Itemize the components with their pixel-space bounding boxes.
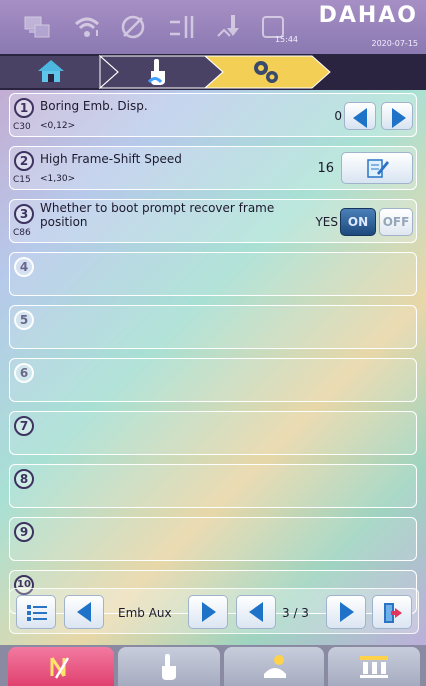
increase-button[interactable] xyxy=(381,102,413,130)
param-title: High Frame-Shift Speed xyxy=(40,152,182,166)
no-spindle-icon xyxy=(121,15,145,39)
operator-icon xyxy=(264,655,286,678)
list-icon xyxy=(27,605,47,621)
brand-block: DAHAO 15:44 2020-07-15 xyxy=(275,3,419,51)
needles-icon xyxy=(360,656,388,678)
row-number: 7 xyxy=(14,416,34,436)
tab-hand[interactable] xyxy=(118,647,220,686)
param-row-5: 5 xyxy=(9,305,417,349)
row-number: 9 xyxy=(14,522,34,542)
param-row-7: 7 xyxy=(9,411,417,455)
thread-tension-icon xyxy=(170,16,194,38)
param-row-9: 9 xyxy=(9,517,417,561)
monitor-icon xyxy=(24,16,50,38)
arrow-left-icon xyxy=(353,108,367,128)
tab-no-stitch[interactable] xyxy=(8,647,114,686)
decrease-button[interactable] xyxy=(344,102,376,130)
page-prev-button[interactable] xyxy=(236,595,276,629)
off-button[interactable]: OFF xyxy=(379,208,413,236)
exit-button[interactable] xyxy=(372,595,412,629)
param-list: 1 C30 Boring Emb. Disp. <0,12> 0 2 C15 H… xyxy=(9,93,417,623)
param-row-4: 4 xyxy=(9,252,417,296)
param-range: <0,12> xyxy=(40,121,76,131)
param-range: <1,30> xyxy=(40,174,76,184)
clock-date: 2020-07-15 xyxy=(371,39,419,48)
tab-operator[interactable] xyxy=(224,647,324,686)
arrow-left-icon xyxy=(77,602,91,622)
param-code: C15 xyxy=(13,175,31,185)
edit-button[interactable] xyxy=(341,152,413,184)
arrow-right-icon xyxy=(202,602,216,622)
param-row-2: 2 C15 High Frame-Shift Speed <1,30> 16 xyxy=(9,146,417,190)
row-number: 4 xyxy=(14,257,34,277)
breadcrumb xyxy=(0,54,426,90)
param-row-6: 6 xyxy=(9,358,417,402)
param-code: C30 xyxy=(13,122,31,132)
exit-door-icon xyxy=(384,603,402,623)
row-number: 8 xyxy=(14,469,34,489)
param-code: C86 xyxy=(13,228,31,238)
on-button[interactable]: ON xyxy=(340,208,376,236)
param-title: Boring Emb. Disp. xyxy=(40,99,148,113)
row-number: 6 xyxy=(14,363,34,383)
param-title: Whether to boot prompt recover frame pos… xyxy=(40,201,275,229)
row-number: 5 xyxy=(14,310,34,330)
list-button[interactable] xyxy=(16,595,56,629)
param-row-3: 3 C86 Whether to boot prompt recover fra… xyxy=(9,199,417,243)
category-label: Emb Aux xyxy=(118,606,172,620)
param-value: 16 xyxy=(317,161,334,176)
row-number: 2 xyxy=(14,151,34,171)
category-prev-button[interactable] xyxy=(64,595,104,629)
brand-name: DAHAO xyxy=(318,3,418,28)
row-number: 3 xyxy=(14,204,34,224)
row-number: 1 xyxy=(14,98,34,118)
edit-icon xyxy=(367,159,389,178)
arrow-left-icon xyxy=(249,602,263,622)
page-next-button[interactable] xyxy=(326,595,366,629)
gears-icon[interactable] xyxy=(250,57,282,87)
hand-icon[interactable] xyxy=(145,57,171,87)
clock-time: 15:44 xyxy=(274,35,298,44)
no-stitch-icon xyxy=(50,657,70,679)
param-row-1: 1 C30 Boring Emb. Disp. <0,12> 0 xyxy=(9,93,417,137)
needle-down-icon xyxy=(217,15,239,37)
bottom-tab-bar xyxy=(0,645,426,686)
app-screen: DAHAO 15:44 2020-07-15 1 C30 Boring Emb. xyxy=(0,0,426,686)
page-nav-bar: Emb Aux 3 / 3 xyxy=(9,588,419,634)
wifi-icon xyxy=(74,17,100,37)
param-value: YES xyxy=(315,215,338,229)
arrow-right-icon xyxy=(392,108,406,128)
param-value: 0 xyxy=(334,109,342,123)
category-next-button[interactable] xyxy=(188,595,228,629)
home-icon[interactable] xyxy=(36,58,66,86)
param-row-8: 8 xyxy=(9,464,417,508)
tab-needles[interactable] xyxy=(328,647,420,686)
page-indicator: 3 / 3 xyxy=(282,606,309,620)
status-bar: DAHAO 15:44 2020-07-15 xyxy=(0,0,426,54)
hand-icon xyxy=(162,654,176,680)
arrow-right-icon xyxy=(340,602,354,622)
